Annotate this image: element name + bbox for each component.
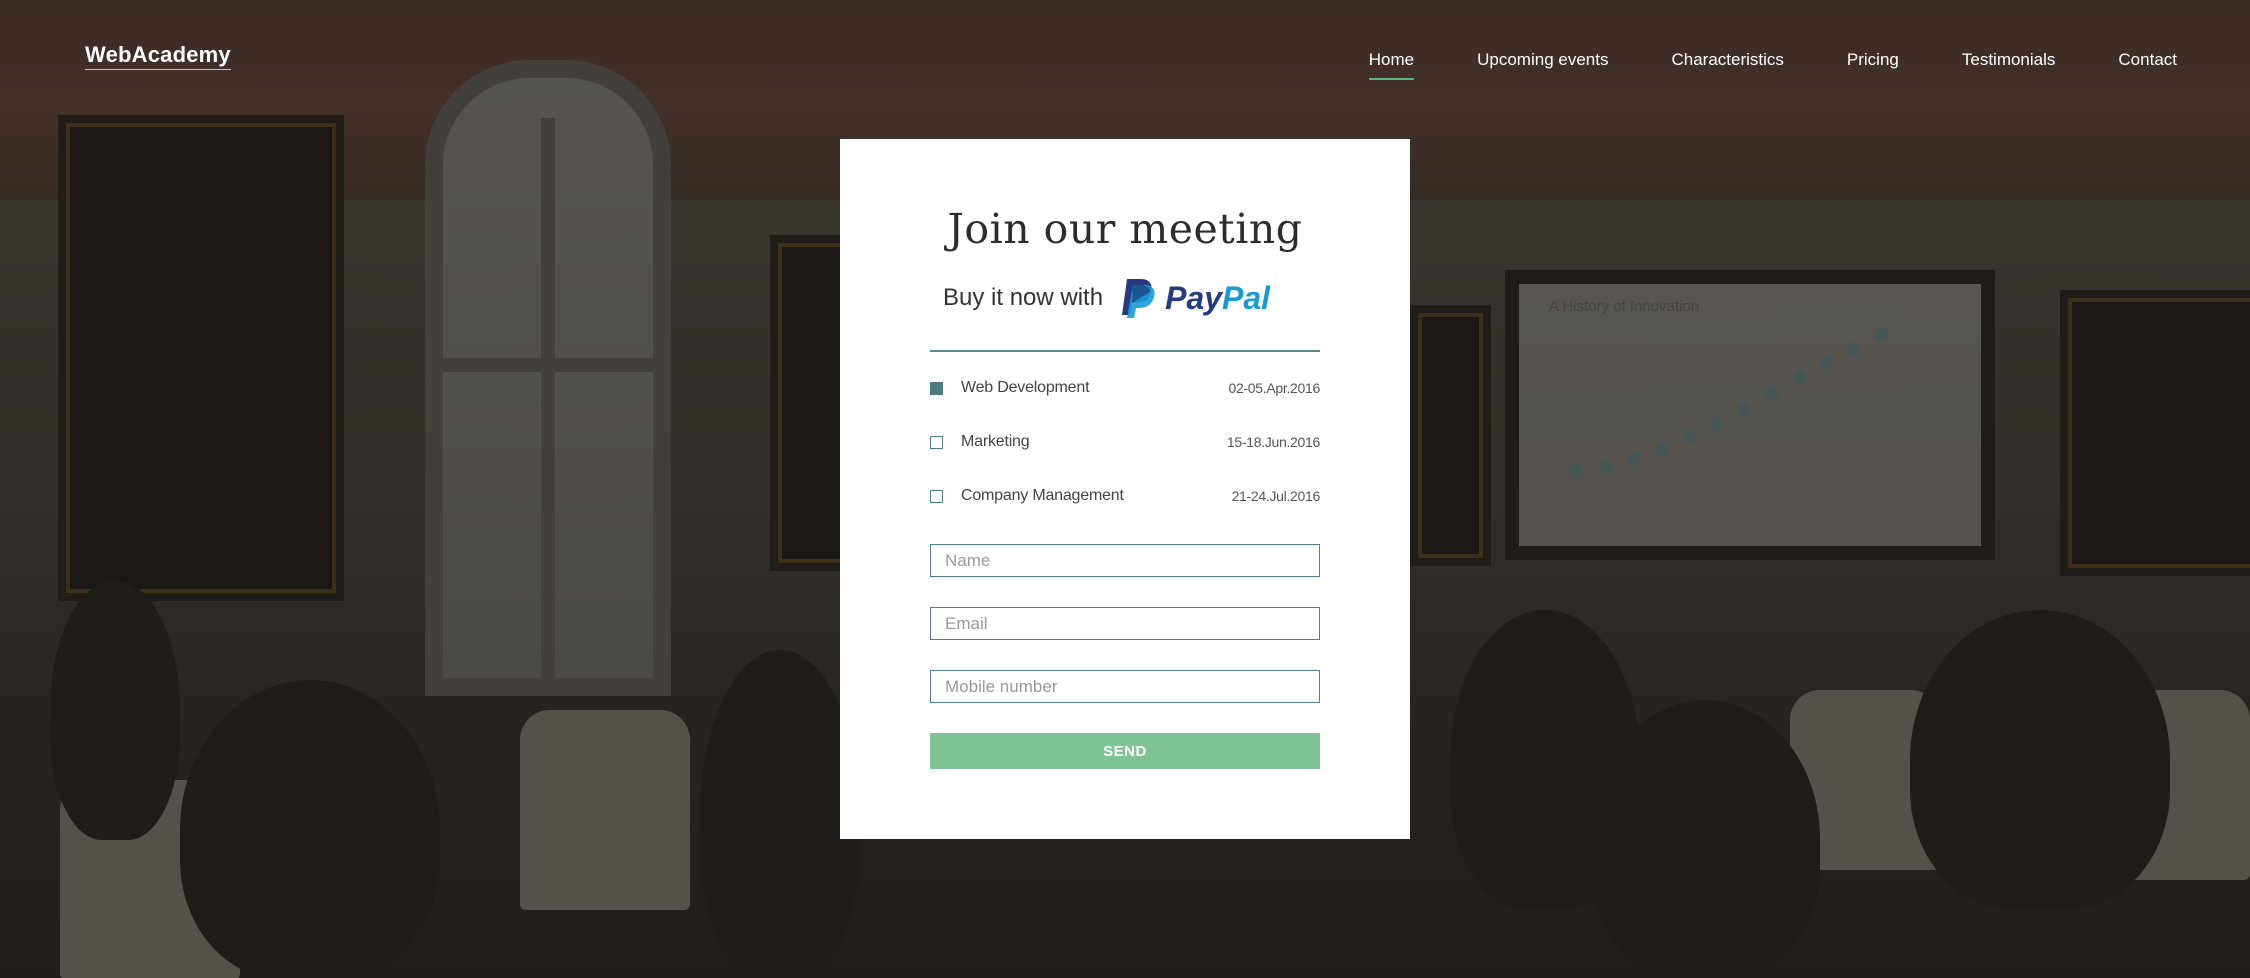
event-date: 02-05.Apr.2016 xyxy=(1228,380,1320,396)
paypal-pay: Pay xyxy=(1165,279,1223,316)
nav-home[interactable]: Home xyxy=(1368,50,1415,80)
buy-text: Buy it now with xyxy=(943,284,1104,311)
paypal-pal: Pal xyxy=(1222,279,1271,316)
nav-contact[interactable]: Contact xyxy=(2118,50,2177,80)
name-input[interactable] xyxy=(930,544,1320,577)
company-management-checkbox[interactable] xyxy=(930,489,943,503)
signup-card: Join our meeting Buy it now with PayPal … xyxy=(840,139,1410,839)
nav-characteristics[interactable]: Characteristics xyxy=(1671,50,1783,80)
event-name: Company Management xyxy=(961,487,1124,504)
email-input[interactable] xyxy=(930,607,1320,640)
paypal-icon xyxy=(1122,279,1155,318)
paypal-logo[interactable]: PayPal xyxy=(1119,277,1270,319)
nav-upcoming-events[interactable]: Upcoming events xyxy=(1477,50,1608,80)
event-list: Web Development 02-05.Apr.2016 Marketing… xyxy=(930,375,1320,537)
event-name: Marketing xyxy=(961,433,1030,450)
mobile-input[interactable] xyxy=(930,670,1320,703)
event-row-web-development[interactable]: Web Development 02-05.Apr.2016 xyxy=(930,375,1320,401)
web-development-checkbox[interactable] xyxy=(930,381,943,395)
event-row-marketing[interactable]: Marketing 15-18.Jun.2016 xyxy=(930,429,1320,455)
event-date: 15-18.Jun.2016 xyxy=(1226,434,1320,450)
hero-section: A History of Innovation WebAcademy Home … xyxy=(0,0,2250,978)
paypal-wordmark: PayPal xyxy=(1165,280,1270,317)
marketing-checkbox[interactable] xyxy=(930,435,943,449)
buy-row: Buy it now with PayPal xyxy=(943,277,1270,319)
event-row-company-management[interactable]: Company Management 21-24.Jul.2016 xyxy=(930,483,1320,509)
card-title: Join our meeting xyxy=(947,205,1303,253)
event-name: Web Development xyxy=(961,379,1090,396)
nav-pricing[interactable]: Pricing xyxy=(1847,50,1899,80)
nav-testimonials[interactable]: Testimonials xyxy=(1962,50,2056,80)
event-date: 21-24.Jul.2016 xyxy=(1231,488,1321,504)
site-logo[interactable]: WebAcademy xyxy=(85,42,231,70)
main-nav: Home Upcoming events Characteristics Pri… xyxy=(1306,50,2177,80)
divider xyxy=(930,350,1320,352)
send-button[interactable]: SEND xyxy=(930,733,1320,769)
